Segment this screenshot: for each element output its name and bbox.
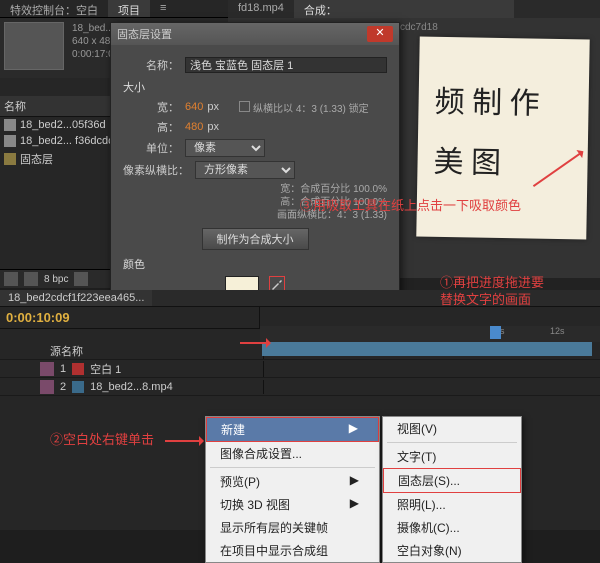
separator [210, 467, 375, 468]
playhead[interactable] [490, 326, 501, 339]
annotation-arrow [240, 342, 270, 344]
context-menu: 新建▶ 图像合成设置... 预览(P)▶ 切换 3D 视图▶ 显示所有层的关键帧… [205, 416, 380, 563]
tab-project[interactable]: 项目 [108, 0, 150, 17]
close-icon[interactable]: ✕ [367, 26, 393, 42]
timeline-tab[interactable]: 18_bed2cdcf1f223eea465... [0, 290, 152, 306]
ctx-light[interactable]: 照明(L)... [383, 493, 521, 516]
ctx-text[interactable]: 文字(T) [383, 445, 521, 468]
ctx-null[interactable]: 空白对象(N) [383, 539, 521, 562]
layer-name[interactable]: 空白 1 [90, 361, 121, 377]
ctx-new[interactable]: 新建▶ [206, 417, 379, 442]
layer-color[interactable] [40, 380, 54, 394]
ctx-switch-3d[interactable]: 切换 3D 视图▶ [206, 493, 379, 516]
comp-name-short: cdc7d18 [400, 22, 438, 33]
layer-color[interactable] [40, 362, 54, 376]
new-comp-icon[interactable] [24, 272, 38, 286]
name-label: 名称： [123, 57, 179, 73]
annotation-2: ②空白处右键单击 [50, 432, 154, 449]
solid-icon [72, 363, 84, 375]
ctx-comp-settings[interactable]: 图像合成设置... [206, 442, 379, 465]
name-field[interactable] [185, 57, 387, 73]
folder-icon [4, 153, 16, 165]
tab-menu-icon[interactable]: ≡ [150, 0, 176, 17]
footage-icon [4, 135, 16, 147]
lock-aspect-checkbox[interactable] [239, 101, 250, 112]
color-section: 颜色 [123, 256, 387, 272]
lock-label: 纵横比以 4：3 (1.33) 锁定 [253, 104, 369, 115]
px-label: px [207, 121, 219, 133]
height-label: 高： [123, 119, 179, 135]
layer-bar[interactable] [262, 342, 592, 356]
unit-label: 单位： [123, 140, 179, 156]
layer-name[interactable]: 18_bed2...8.mp4 [90, 381, 173, 393]
dialog-title: 固态层设置 [117, 26, 172, 42]
time-ruler[interactable]: 10s 12s [260, 326, 600, 342]
ctx-viewer[interactable]: 视图(V) [383, 417, 521, 440]
layer-index: 1 [60, 363, 66, 375]
px-label: px [207, 101, 219, 113]
par-label: 像素纵横比： [123, 162, 189, 178]
bpc-label[interactable]: 8 bpc [44, 274, 68, 285]
context-submenu: 视图(V) 文字(T) 固态层(S)... 照明(L)... 摄像机(C)...… [382, 416, 522, 563]
project-thumbnail [4, 22, 64, 70]
ctx-camera[interactable]: 摄像机(C)... [383, 516, 521, 539]
current-time[interactable]: 0:00:10:09 [0, 307, 76, 328]
comp-tab-prev[interactable]: fd18.mp4 [228, 0, 294, 18]
bin-icon[interactable] [4, 272, 18, 286]
annotation-1: ①再把进度拖进要 替换文字的画面 [440, 275, 544, 309]
ctx-solid[interactable]: 固态层(S)... [383, 468, 521, 493]
tick-label: 12s [550, 326, 565, 336]
ctx-reveal-keys[interactable]: 显示所有层的关键帧 [206, 516, 379, 539]
width-label: 宽： [123, 99, 179, 115]
trash-icon[interactable] [74, 272, 88, 286]
height-value[interactable]: 480 [185, 121, 203, 133]
unit-select[interactable]: 像素 [185, 139, 265, 157]
annotation-3: ③用吸取工具在纸上点击一下吸取颜色 [300, 198, 521, 215]
layer-index: 2 [60, 381, 66, 393]
width-value[interactable]: 640 [185, 101, 203, 113]
separator [387, 442, 517, 443]
col-src[interactable]: 源名称 [50, 343, 83, 359]
annotation-arrow [165, 440, 203, 442]
calligraphy-text: 美 图 [433, 137, 501, 182]
calligraphy-text: 频 制 作 [434, 77, 540, 123]
ctx-reveal-comp[interactable]: 在项目中显示合成组 [206, 539, 379, 562]
comp-tab[interactable]: 合成：18_bed2cdcf1f223eea46705f36dcdc7d18 [294, 0, 514, 18]
size-section: 大小 [123, 79, 387, 95]
ctx-preview[interactable]: 预览(P)▶ [206, 470, 379, 493]
footage-icon [72, 381, 84, 393]
tab-fx-console[interactable]: 特效控制台：空白 [0, 0, 108, 17]
par-select[interactable]: 方形像素 [195, 161, 295, 179]
make-comp-size-button[interactable]: 制作为合成大小 [202, 228, 309, 250]
comp-icon [4, 119, 16, 131]
